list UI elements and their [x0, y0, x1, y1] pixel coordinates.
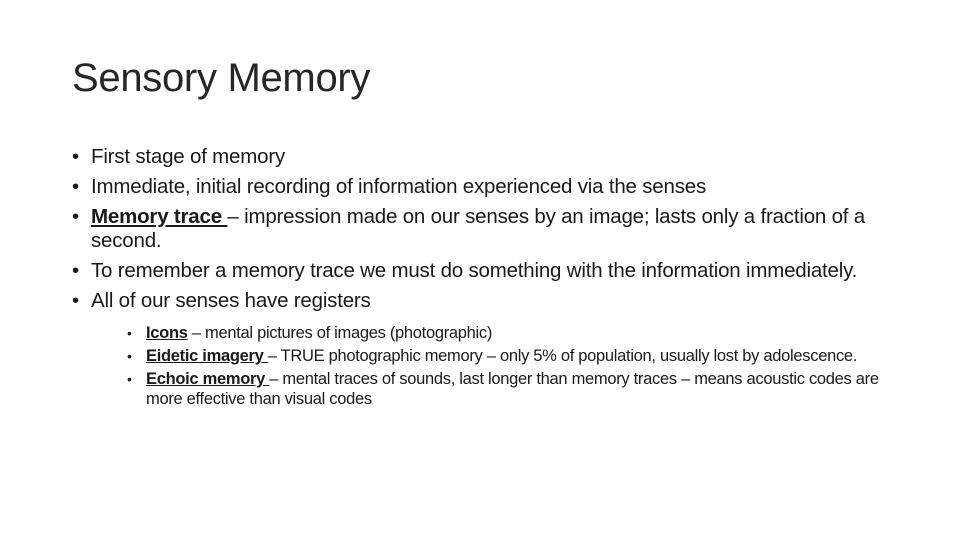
- sub-bullet-item: Echoic memory – mental traces of sounds,…: [127, 369, 912, 409]
- sub-bullet-item: Icons – mental pictures of images (photo…: [127, 323, 912, 343]
- bullet-text: Immediate, initial recording of informat…: [91, 175, 706, 198]
- bullet-item: To remember a memory trace we must do so…: [72, 259, 912, 283]
- slide-title: Sensory Memory: [72, 56, 371, 100]
- sub-bullet-text: – mental pictures of images (photographi…: [187, 324, 493, 342]
- sub-bullet-term: Echoic memory: [146, 370, 270, 388]
- sub-bullet-list: Icons – mental pictures of images (photo…: [127, 323, 912, 409]
- sub-bullet-term: Eidetic imagery: [146, 347, 268, 365]
- bullet-text: First stage of memory: [91, 145, 286, 168]
- bullet-term: Memory trace: [91, 205, 228, 228]
- sub-bullet-item: Eidetic imagery – TRUE photographic memo…: [127, 346, 912, 366]
- bullet-text: To remember a memory trace we must do so…: [91, 259, 858, 282]
- bullet-text: All of our senses have registers: [91, 289, 371, 312]
- bullet-item: All of our senses have registers Icons –…: [72, 289, 912, 409]
- sub-bullet-text: – TRUE photographic memory – only 5% of …: [267, 347, 858, 365]
- bullet-item: Memory trace – impression made on our se…: [72, 205, 912, 253]
- bullet-item: Immediate, initial recording of informat…: [72, 175, 912, 199]
- bullet-list: First stage of memory Immediate, initial…: [72, 145, 912, 412]
- sub-bullet-term: Icons: [146, 324, 188, 342]
- bullet-item: First stage of memory: [72, 145, 912, 169]
